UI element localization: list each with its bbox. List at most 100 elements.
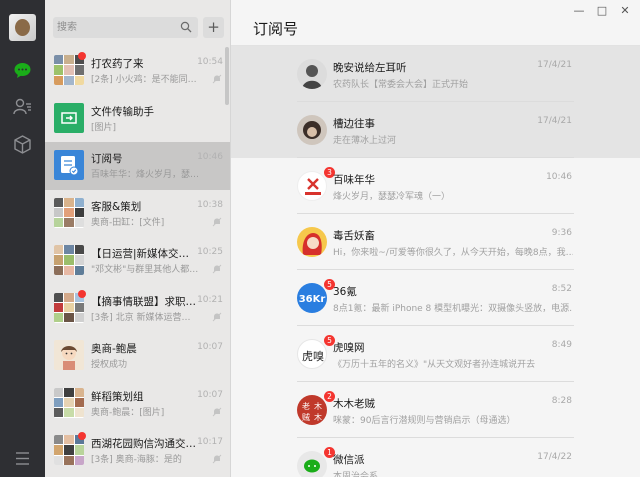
subscription-item[interactable]: 晚安说给左耳听 农药队长【常委会大会】正式开始 17/4/21 xyxy=(231,46,640,102)
svg-text:木: 木 xyxy=(314,401,322,411)
account-avatar: 36Kr xyxy=(297,283,327,313)
account-avatar: 虎嗅 xyxy=(297,339,327,369)
search-bar: + xyxy=(45,0,230,47)
svg-text:贼: 贼 xyxy=(302,412,310,422)
file-transfer-icon xyxy=(61,111,77,124)
unread-dot xyxy=(78,289,86,298)
account-avatar xyxy=(297,59,327,89)
conversation-item[interactable]: 文件传输助手 [图片] xyxy=(45,95,230,143)
navigation-rail xyxy=(0,0,45,477)
maximize-button[interactable]: □ xyxy=(595,4,609,17)
account-name: 木木老贼 xyxy=(333,398,375,410)
conversation-time: 10:17 xyxy=(197,437,223,447)
subscription-item[interactable]: 36Kr 5 36氪 8点1氪：最新 iPhone 8 模型机曝光：双摄像头竖放… xyxy=(231,270,640,326)
conversation-name: 【日运营|新媒体交… xyxy=(91,248,190,260)
conversation-time: 10:38 xyxy=(197,199,223,210)
account-time: 17/4/22 xyxy=(537,452,572,462)
conversation-list: 打农药了来 [2条] 小火鸡：是不能同… 10:54 文件传输助手 [图片] 订… xyxy=(45,47,230,475)
svg-text:老: 老 xyxy=(302,401,310,411)
account-time: 10:46 xyxy=(546,172,572,182)
conversation-name: 奥商-鲍晨 xyxy=(91,343,137,355)
subscription-pane: — □ ✕ 订阅号 晚安说给左耳听 农药队长【常委会大会】正式开始 17/4/2… xyxy=(231,0,640,477)
svg-text:36Kr: 36Kr xyxy=(299,294,326,305)
conversation-time: 10:46 xyxy=(197,152,223,162)
subscription-item[interactable]: 1 微信派 本周治会系 17/4/22 xyxy=(231,438,640,477)
account-avatar: 老木贼木 xyxy=(297,395,327,425)
contact-avatar xyxy=(54,340,84,370)
account-latest-message: 农药队长【常委会大会】正式开始 xyxy=(333,80,469,90)
conversation-preview: [3条] 奥商-海豚：是的 xyxy=(91,455,182,465)
conversation-time: 10:07 xyxy=(197,342,223,352)
conversation-time: 10:25 xyxy=(197,247,223,257)
conversation-name: 打农药了来 xyxy=(91,58,144,70)
account-name: 毒舌妖畜 xyxy=(333,230,375,242)
conversation-preview: [3条] 北京 新媒体运营… xyxy=(91,312,191,323)
conversation-preview: 授权成功 xyxy=(91,360,128,370)
account-time: 8:52 xyxy=(551,284,572,294)
account-time: 8:49 xyxy=(551,340,572,350)
account-latest-message: 咪蒙：90后言行潜规则与营销启示（母通选） xyxy=(333,416,516,426)
search-box[interactable] xyxy=(53,17,198,38)
search-input[interactable] xyxy=(57,17,172,38)
conversation-name: 西湖花园购信沟通交… xyxy=(91,438,195,450)
account-name: 微信派 xyxy=(333,454,365,466)
conversation-preview: 百味年华：烽火岁月，瑟… xyxy=(91,170,200,180)
conversation-preview: 奥商-田缸：[文件] xyxy=(91,217,165,228)
subscription-avatar xyxy=(54,150,84,180)
conversation-name: 文件传输助手 xyxy=(91,105,154,118)
account-time: 8:28 xyxy=(551,396,572,406)
list-scrollbar[interactable] xyxy=(225,47,229,105)
menu-icon[interactable] xyxy=(12,448,33,469)
file-transfer-avatar xyxy=(54,102,84,133)
conversation-time: 10:21 xyxy=(197,294,223,305)
mute-bell-icon xyxy=(212,407,222,416)
conversation-preview: 奥商-鲍晨：[图片] xyxy=(91,407,165,418)
subscription-item[interactable]: 老木贼木 2 木木老贼 咪蒙：90后言行潜规则与营销启示（母通选） 8:28 xyxy=(231,382,640,438)
svg-text:虎嗅: 虎嗅 xyxy=(302,349,324,363)
chat-icon[interactable] xyxy=(12,60,33,81)
account-avatar xyxy=(297,451,327,477)
mute-bell-icon xyxy=(212,74,222,84)
cartoon-avatar xyxy=(61,346,77,370)
user-avatar[interactable] xyxy=(9,14,36,41)
conversation-item-selected[interactable]: 订阅号 百味年华：烽火岁月，瑟… 10:46 xyxy=(45,142,230,190)
conversation-item[interactable]: 打农药了来 [2条] 小火鸡：是不能同… 10:54 xyxy=(45,47,230,95)
close-button[interactable]: ✕ xyxy=(618,4,632,17)
subscription-item[interactable]: 槽边往事 走在薄冰上过河 17/4/21 xyxy=(231,102,640,158)
subscription-item[interactable]: 3 百味年华 烽火岁月，瑟瑟冷军魂（一） 10:46 xyxy=(231,158,640,214)
search-icon[interactable] xyxy=(180,21,192,33)
conversation-item[interactable]: 【摘事情联盟】求职… [3条] 北京 新媒体运营… 10:21 xyxy=(45,285,230,333)
conversation-item[interactable]: 鲜稻策划组 奥商-鲍晨：[图片] 10:07 xyxy=(45,380,230,428)
subscription-item[interactable]: 虎嗅 5 虎嗅网 《万历十五年的名义》"从天文观好者孙连城说开去 8:49 xyxy=(231,326,640,382)
account-time: 17/4/21 xyxy=(537,116,572,126)
subscription-list: 晚安说给左耳听 农药队长【常委会大会】正式开始 17/4/21 槽边往事 走在薄… xyxy=(231,46,640,477)
conversation-time: 10:07 xyxy=(197,389,223,400)
minimize-button[interactable]: — xyxy=(572,4,586,17)
subscription-icon xyxy=(61,156,79,176)
unread-dot xyxy=(78,52,86,60)
contacts-icon[interactable] xyxy=(12,96,33,117)
account-latest-message: 走在薄冰上过河 xyxy=(333,136,397,146)
mute-bell-icon xyxy=(212,217,222,226)
account-name: 36氪 xyxy=(333,286,357,298)
account-time: 9:36 xyxy=(551,228,572,238)
add-button[interactable]: + xyxy=(203,17,224,38)
mute-bell-icon xyxy=(212,454,222,464)
account-name: 虎嗅网 xyxy=(333,342,365,354)
account-avatar xyxy=(297,227,327,257)
conversation-name: 【摘事情联盟】求职… xyxy=(91,295,195,308)
account-latest-message: 本周治会系 xyxy=(333,472,379,477)
group-avatar xyxy=(54,245,84,275)
conversation-name: 客服&策划 xyxy=(91,200,142,213)
conversation-item[interactable]: 西湖花园购信沟通交… [3条] 奥商-海豚：是的 10:17 xyxy=(45,427,230,475)
subscription-item[interactable]: 毒舌妖畜 Hi，你来啦~/可爱等你很久了，从今天开始，每晚8点，我… 9:36 xyxy=(231,214,640,270)
account-latest-message: 烽火岁月，瑟瑟冷军魂（一） xyxy=(333,192,451,202)
conversation-name: 鲜稻策划组 xyxy=(91,390,144,403)
conversation-item[interactable]: 奥商-鲍晨 授权成功 10:07 xyxy=(45,332,230,380)
account-name: 槽边往事 xyxy=(333,118,375,130)
conversation-item[interactable]: 【日运营|新媒体交… "邓文彬"与群里其他人都… 10:25 xyxy=(45,237,230,285)
conversation-item[interactable]: 客服&策划 奥商-田缸：[文件] 10:38 xyxy=(45,190,230,238)
favorites-icon[interactable] xyxy=(12,134,33,155)
svg-text:木: 木 xyxy=(314,412,322,422)
page-title: 订阅号 xyxy=(253,20,299,38)
